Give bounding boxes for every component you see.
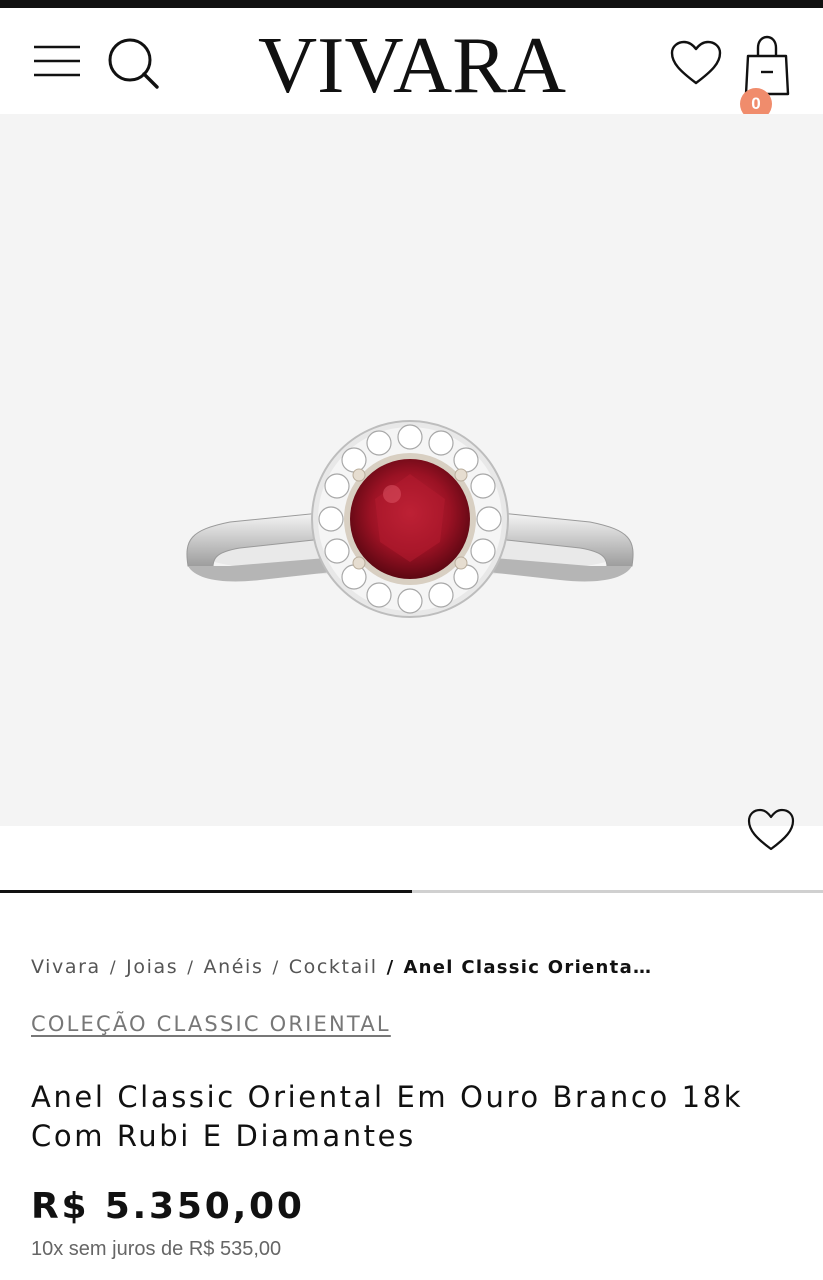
breadcrumb-item-joias[interactable]: Joias xyxy=(126,956,178,978)
gallery-progress-bar xyxy=(0,890,823,893)
search-icon[interactable] xyxy=(106,36,160,90)
logo-text: VIVARA xyxy=(258,24,566,100)
breadcrumb-separator: / xyxy=(187,958,195,978)
installments-text: 10x sem juros de R$ 535,00 xyxy=(31,1238,282,1260)
vivara-logo[interactable]: VIVARA xyxy=(256,24,568,100)
product-title: Anel Classic Oriental Em Ouro Branco 18k… xyxy=(31,1080,744,1153)
menu-icon[interactable] xyxy=(32,44,82,78)
breadcrumb-separator: / xyxy=(386,957,395,978)
heart-outline-icon[interactable] xyxy=(747,808,795,852)
breadcrumb-item-vivara[interactable]: Vivara xyxy=(31,956,101,978)
product-image-gallery[interactable] xyxy=(0,114,823,826)
bag-icon[interactable] xyxy=(742,32,792,96)
collection-link[interactable]: COLEÇÃO CLASSIC ORIENTAL xyxy=(31,1012,391,1036)
breadcrumb: Vivara / Joias / Anéis / Cocktail / Anel Classic… xyxy=(31,956,652,978)
breadcrumb-item-cocktail[interactable]: Cocktail xyxy=(289,956,378,978)
breadcrumb-separator: / xyxy=(272,958,280,978)
breadcrumb-current: Anel Classic Orienta… xyxy=(403,957,653,978)
status-bar-strip xyxy=(0,0,823,8)
heart-icon[interactable] xyxy=(670,40,722,86)
site-header: VIVARA 0 xyxy=(0,8,823,120)
product-price: R$ 5.350,00 xyxy=(31,1186,305,1227)
ring-image xyxy=(186,420,634,618)
breadcrumb-separator: / xyxy=(109,958,118,978)
gallery-progress-fill xyxy=(0,890,412,893)
breadcrumb-item-aneis[interactable]: Anéis xyxy=(204,956,264,978)
